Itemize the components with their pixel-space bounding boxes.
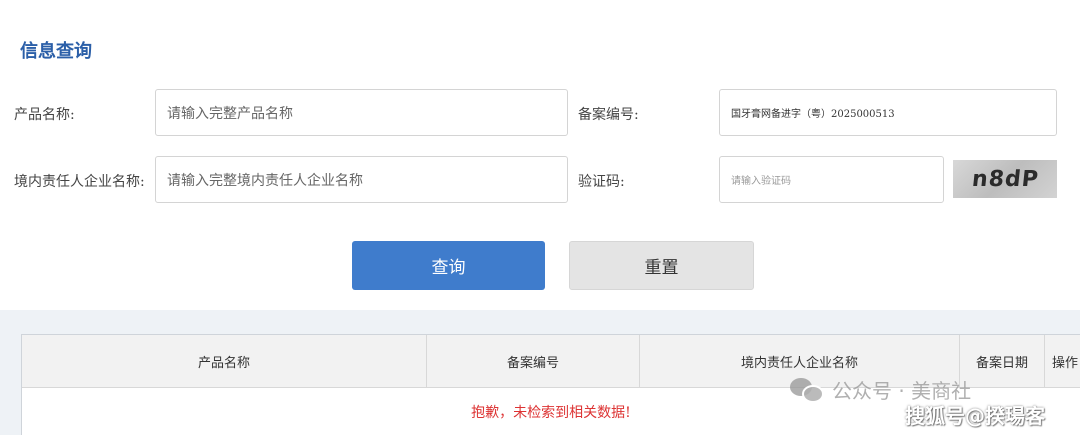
wechat-icon bbox=[790, 376, 824, 404]
sohu-watermark: 搜狐号@揆瑒客 bbox=[905, 404, 1045, 428]
company-name-input[interactable]: 请输入完整境内责任人企业名称 bbox=[155, 156, 568, 203]
column-header-record-no: 备案编号 bbox=[427, 335, 640, 388]
column-header-product-name: 产品名称 bbox=[22, 335, 427, 388]
product-name-label: 产品名称: bbox=[14, 107, 75, 123]
record-no-input[interactable]: 国牙膏网备进字（粤）2025000513 bbox=[719, 89, 1057, 136]
column-header-record-date: 备案日期 bbox=[960, 335, 1045, 388]
captcha-label: 验证码: bbox=[578, 174, 625, 190]
company-label: 境内责任人企业名称: bbox=[14, 174, 145, 190]
product-name-input[interactable]: 请输入完整产品名称 bbox=[155, 89, 568, 136]
query-button[interactable]: 查询 bbox=[352, 241, 545, 290]
captcha-text: n8dP bbox=[970, 166, 1040, 192]
record-no-label: 备案编号: bbox=[578, 107, 639, 123]
captcha-image[interactable]: n8dP bbox=[953, 160, 1057, 198]
captcha-input[interactable]: 请输入验证码 bbox=[719, 156, 944, 203]
column-header-actions: 操作 bbox=[1052, 356, 1079, 371]
page-title: 信息查询 bbox=[20, 41, 92, 62]
reset-button[interactable]: 重置 bbox=[569, 241, 754, 290]
